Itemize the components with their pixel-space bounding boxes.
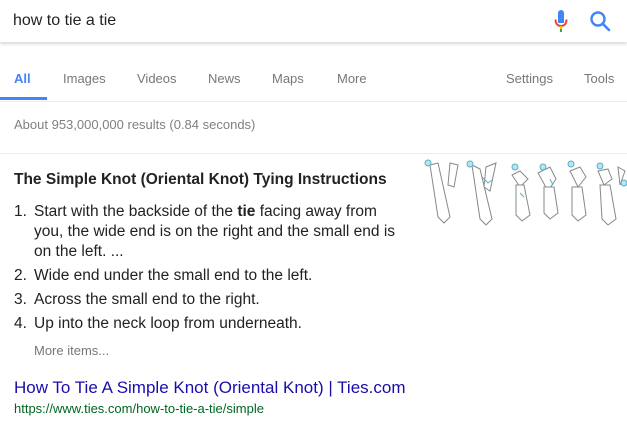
tab-more[interactable]: More bbox=[337, 71, 367, 86]
tools-link[interactable]: Tools bbox=[584, 71, 614, 86]
list-item-bold: tie bbox=[237, 203, 256, 220]
list-item-text: Across the small end to the right. bbox=[34, 291, 260, 308]
list-item: 3. Across the small end to the right. bbox=[14, 290, 406, 310]
snippet-title: The Simple Knot (Oriental Knot) Tying In… bbox=[14, 171, 387, 188]
list-number: 2. bbox=[14, 267, 27, 284]
result-title-link[interactable]: How To Tie A Simple Knot (Oriental Knot)… bbox=[14, 378, 406, 398]
search-input[interactable] bbox=[0, 0, 530, 42]
search-icon[interactable] bbox=[589, 10, 611, 32]
active-tab-indicator bbox=[0, 97, 47, 100]
tab-news[interactable]: News bbox=[208, 71, 241, 86]
snippet-steps-list: 1. Start with the backside of the tie fac… bbox=[14, 202, 406, 338]
list-item: 4. Up into the neck loop from underneath. bbox=[14, 314, 406, 334]
result-url: https://www.ties.com/how-to-tie-a-tie/si… bbox=[14, 401, 264, 416]
list-item-text: Up into the neck loop from underneath. bbox=[34, 315, 302, 332]
tab-all[interactable]: All bbox=[14, 71, 31, 86]
tie-knot-steps-image[interactable] bbox=[420, 157, 627, 230]
result-stats: About 953,000,000 results (0.84 seconds) bbox=[14, 117, 256, 132]
list-item-text: Wide end under the small end to the left… bbox=[34, 267, 313, 284]
list-number: 4. bbox=[14, 315, 27, 332]
tab-images[interactable]: Images bbox=[63, 71, 106, 86]
list-item-text: Start with the backside of the bbox=[34, 203, 238, 220]
more-items-link[interactable]: More items... bbox=[34, 343, 109, 358]
search-bar bbox=[0, 0, 627, 42]
list-item: 1. Start with the backside of the tie fac… bbox=[14, 202, 406, 262]
list-number: 3. bbox=[14, 291, 27, 308]
divider bbox=[0, 153, 627, 154]
list-number: 1. bbox=[14, 203, 27, 220]
settings-link[interactable]: Settings bbox=[506, 71, 553, 86]
microphone-icon[interactable] bbox=[553, 9, 569, 33]
search-tabs: All Images Videos News Maps More Setting… bbox=[0, 42, 627, 102]
tab-maps[interactable]: Maps bbox=[272, 71, 304, 86]
tab-videos[interactable]: Videos bbox=[137, 71, 177, 86]
list-item: 2. Wide end under the small end to the le… bbox=[14, 266, 406, 286]
